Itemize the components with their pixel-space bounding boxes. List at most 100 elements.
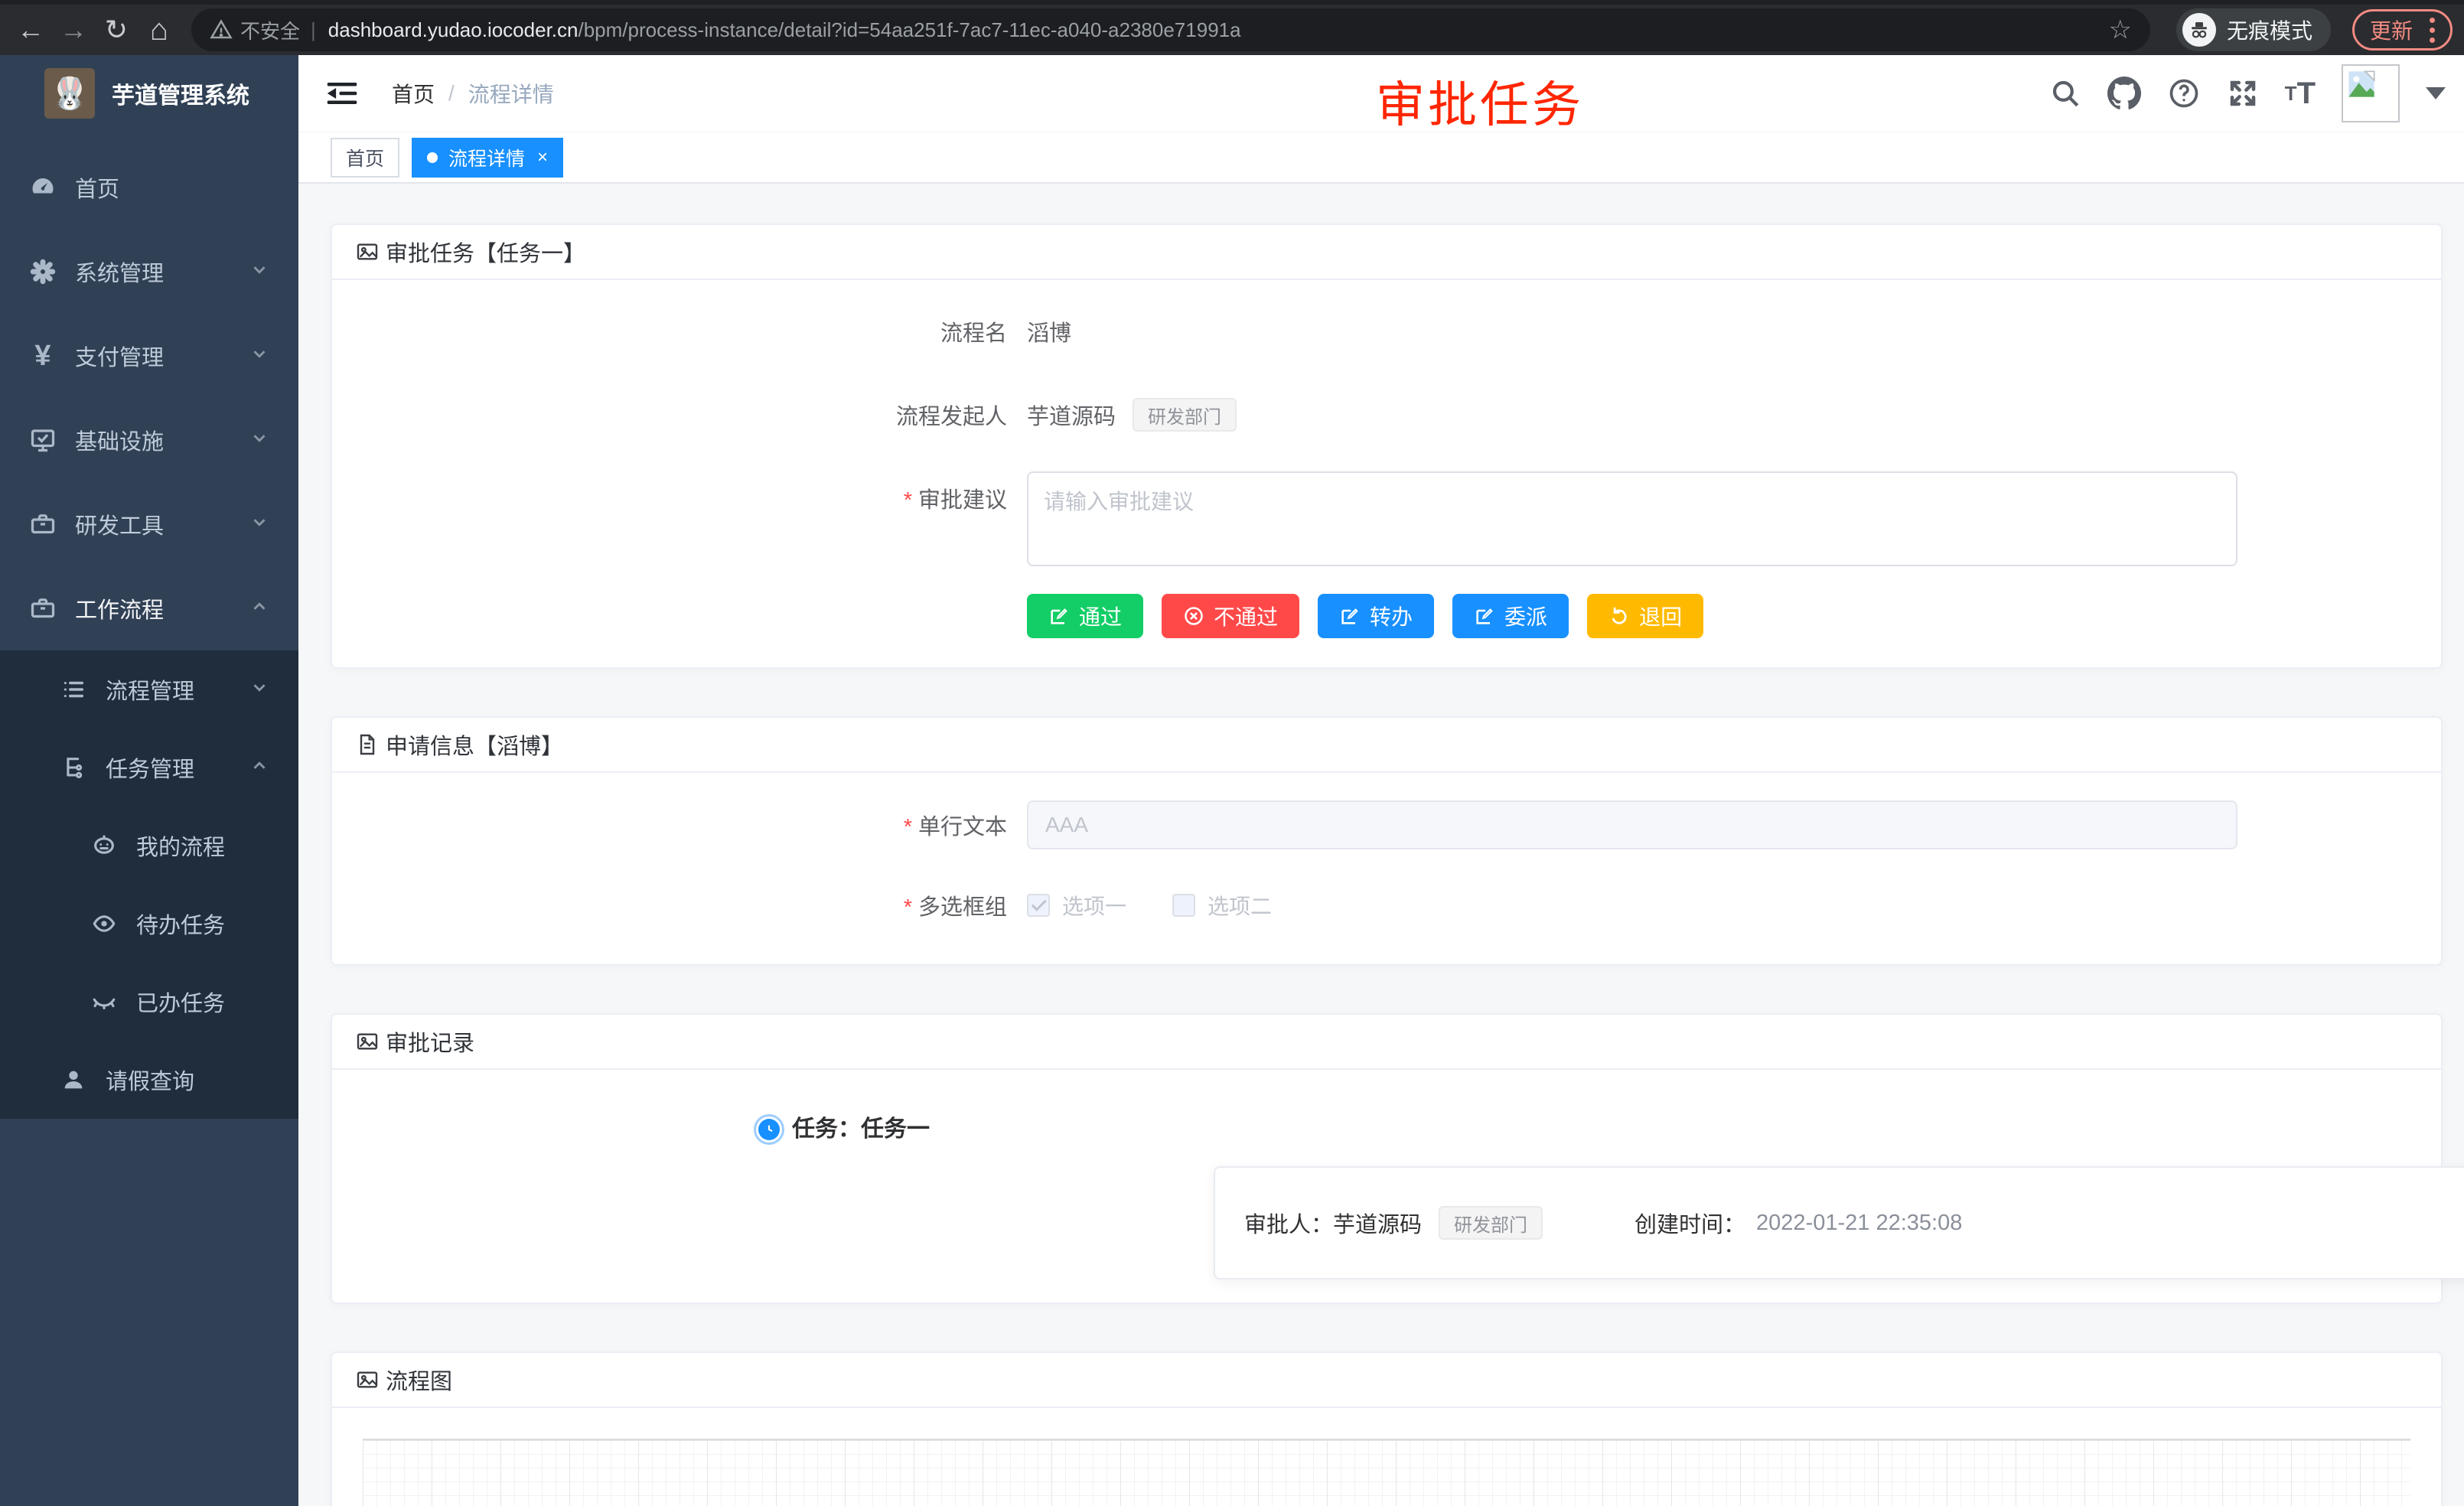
incognito-badge: 无痕模式 — [2176, 8, 2331, 51]
return-button[interactable]: 退回 — [1587, 594, 1703, 638]
sidebar-item-todo-tasks[interactable]: 待办任务 — [0, 885, 298, 963]
content-area: 审批任务【任务一】 流程名 滔博 流程发起人 芋道源码 研发部门 — [298, 185, 2464, 1506]
breadcrumb-current: 流程详情 — [468, 78, 554, 109]
tab-process-detail[interactable]: 流程详情 × — [412, 138, 563, 178]
tab-label: 首页 — [346, 144, 384, 171]
chevron-down-icon — [249, 513, 269, 536]
field-label: 流程发起人 — [332, 399, 1027, 431]
gear-icon — [28, 258, 58, 285]
address-bar[interactable]: 不安全 | dashboard.yudao.iocoder.cn/bpm/pro… — [191, 8, 2150, 51]
task-title: 任务：任务一 — [792, 1113, 2441, 1146]
main-area: 首页 / 流程详情 审批任务 — [298, 55, 2464, 1506]
approval-task-card: 审批任务【任务一】 流程名 滔博 流程发起人 芋道源码 研发部门 — [331, 223, 2443, 669]
search-icon[interactable] — [2049, 77, 2081, 109]
browser-menu-icon[interactable] — [2430, 18, 2435, 43]
url-domain: dashboard.yudao.iocoder.cn — [328, 18, 579, 41]
card-header: 审批任务【任务一】 — [332, 225, 2441, 280]
browser-toolbar: ← → ↻ ⌂ 不安全 | dashboard.yudao.iocoder.cn… — [0, 0, 2464, 55]
checkbox-option-1: 选项一 — [1027, 890, 1126, 921]
sidebar-item-label: 已办任务 — [136, 986, 225, 1018]
tree-icon — [58, 755, 89, 781]
create-time-value: 2022-01-21 22:35:08 — [1756, 1211, 1962, 1236]
navbar-tools: TT — [2049, 55, 2446, 132]
sidebar-item-label: 系统管理 — [75, 256, 164, 288]
avatar-caret-icon[interactable] — [2426, 87, 2446, 99]
chevron-down-icon — [249, 678, 269, 702]
sidebar-item-task-mgmt[interactable]: 任务管理 — [0, 729, 298, 807]
checkbox-checked-icon — [1027, 894, 1050, 917]
sidebar-item-workflow[interactable]: 工作流程 — [0, 566, 298, 650]
briefcase-icon — [28, 595, 58, 622]
reload-icon[interactable]: ↻ — [95, 8, 138, 51]
reject-button[interactable]: 不通过 — [1162, 594, 1299, 638]
user-icon — [58, 1067, 89, 1093]
tab-home[interactable]: 首页 — [331, 138, 399, 178]
app-logo-row[interactable]: 🐰 芋道管理系统 — [0, 55, 298, 132]
breadcrumb: 首页 / 流程详情 — [392, 78, 554, 109]
dashboard-icon — [28, 174, 58, 201]
sidebar-item-leave-query[interactable]: 请假查询 — [0, 1041, 298, 1119]
field-label: 审批建议 — [332, 471, 1027, 514]
checkbox-label: 选项一 — [1062, 890, 1126, 921]
active-dot-icon — [427, 152, 438, 163]
page: ← → ↻ ⌂ 不安全 | dashboard.yudao.iocoder.cn… — [0, 0, 2464, 1506]
transfer-button[interactable]: 转办 — [1318, 594, 1434, 638]
yen-icon: ¥ — [28, 340, 58, 373]
card-title: 流程图 — [386, 1364, 452, 1396]
breadcrumb-home[interactable]: 首页 — [392, 78, 435, 109]
field-value: 芋道源码 研发部门 — [1027, 398, 1237, 432]
sidebar-item-done-tasks[interactable]: 已办任务 — [0, 963, 298, 1041]
picture-icon — [355, 240, 380, 264]
eye-icon — [89, 911, 119, 937]
sidebar-item-process-mgmt[interactable]: 流程管理 — [0, 650, 298, 729]
delegate-button[interactable]: 委派 — [1452, 594, 1569, 638]
checkbox-group: 选项一 选项二 — [1027, 890, 1272, 921]
card-header: 审批记录 — [332, 1015, 2441, 1070]
sidebar-item-label: 任务管理 — [106, 751, 194, 784]
url-text: dashboard.yudao.iocoder.cn/bpm/process-i… — [328, 18, 2097, 42]
sidebar-item-devtools[interactable]: 研发工具 — [0, 482, 298, 566]
back-icon[interactable]: ← — [9, 8, 52, 51]
form-row-initiator: 流程发起人 芋道源码 研发部门 — [332, 398, 2441, 432]
robot-icon — [89, 833, 119, 859]
initiator-name: 芋道源码 — [1027, 399, 1116, 431]
sidebar-item-infra[interactable]: 基础设施 — [0, 398, 298, 482]
sidebar-collapse-icon[interactable] — [326, 80, 358, 107]
picture-icon — [355, 1367, 380, 1392]
home-icon[interactable]: ⌂ — [138, 8, 181, 51]
sidebar-item-label: 首页 — [75, 171, 119, 204]
approval-record-card: 审批记录 任务：任务一 审批人： 芋道源码 研发部门 — [331, 1013, 2443, 1304]
sidebar-item-label: 我的流程 — [136, 830, 225, 862]
app-title: 芋道管理系统 — [112, 77, 249, 110]
sidebar-item-label: 支付管理 — [75, 340, 164, 372]
avatar[interactable] — [2342, 64, 2400, 122]
create-time-label: 创建时间： — [1635, 1207, 1745, 1239]
sidebar-item-payment[interactable]: ¥ 支付管理 — [0, 314, 298, 398]
sidebar-item-my-process[interactable]: 我的流程 — [0, 807, 298, 885]
sidebar-item-label: 工作流程 — [75, 592, 164, 624]
font-size-icon[interactable]: TT — [2285, 78, 2316, 109]
bookmark-star-icon[interactable]: ☆ — [2109, 15, 2132, 45]
clock-icon — [754, 1114, 784, 1145]
browser-update-button[interactable]: 更新 — [2352, 9, 2453, 51]
breadcrumb-separator: / — [448, 81, 455, 106]
button-label: 退回 — [1639, 601, 1682, 631]
field-label: 单行文本 — [332, 809, 1027, 841]
sidebar-item-home[interactable]: 首页 — [0, 145, 298, 230]
github-icon[interactable] — [2107, 77, 2141, 110]
workflow-submenu: 流程管理 任务管理 — [0, 650, 298, 1119]
checkbox-label: 选项二 — [1208, 890, 1272, 921]
help-icon[interactable] — [2167, 77, 2201, 110]
approve-button[interactable]: 通过 — [1027, 594, 1143, 638]
incognito-label: 无痕模式 — [2227, 15, 2312, 45]
close-icon[interactable]: × — [537, 147, 548, 168]
document-icon — [355, 732, 380, 757]
url-separator: | — [311, 18, 316, 42]
list-icon — [58, 676, 89, 702]
forward-icon[interactable]: → — [52, 8, 95, 51]
fullscreen-icon[interactable] — [2227, 77, 2259, 109]
form-row-process-name: 流程名 滔博 — [332, 315, 2441, 347]
chevron-down-icon — [249, 260, 269, 284]
sidebar-item-system[interactable]: 系统管理 — [0, 230, 298, 314]
approval-opinion-textarea[interactable] — [1027, 471, 2237, 566]
